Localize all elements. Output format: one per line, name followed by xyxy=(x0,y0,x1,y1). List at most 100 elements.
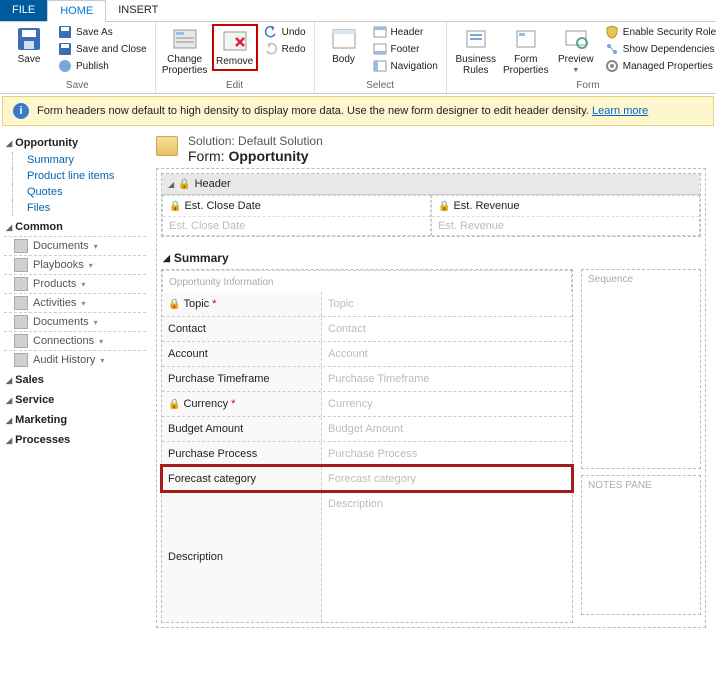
form-field-row[interactable]: Purchase ProcessPurchase Process xyxy=(162,441,572,466)
sequence-pane[interactable]: Sequence xyxy=(581,269,701,469)
undo-button[interactable]: Undo xyxy=(262,24,308,40)
nav-entity[interactable]: Opportunity xyxy=(4,134,146,152)
entity-icon xyxy=(14,353,28,367)
group-label-edit: Edit xyxy=(162,78,308,93)
common-item[interactable]: Connections xyxy=(4,331,146,350)
entity-icon xyxy=(14,277,28,291)
dependencies-button[interactable]: Show Dependencies xyxy=(603,41,716,57)
field-placeholder: Description xyxy=(322,492,572,622)
entity-icon xyxy=(14,334,28,348)
header-field-close-date[interactable]: 🔒Est. Close Date Est. Close Date xyxy=(162,195,431,236)
solution-label: Solution: Default Solution xyxy=(188,134,323,148)
notes-pane[interactable]: NOTES PANE xyxy=(581,475,701,615)
entity-icon xyxy=(14,296,28,310)
opportunity-info-label: Opportunity Information xyxy=(162,270,572,292)
preview-button[interactable]: Preview▼ xyxy=(553,24,599,77)
field-placeholder: Budget Amount xyxy=(322,417,572,441)
lock-icon: 🔒 xyxy=(178,179,190,190)
nav-processes[interactable]: Processes xyxy=(4,431,146,449)
nav-marketing[interactable]: Marketing xyxy=(4,411,146,429)
nav-common[interactable]: Common xyxy=(4,218,146,236)
field-label: 🔒Topic * xyxy=(162,292,322,316)
common-item[interactable]: Products xyxy=(4,274,146,293)
form-field-row[interactable]: 🔒Topic *Topic xyxy=(162,292,572,316)
body-button[interactable]: Body xyxy=(321,24,367,67)
nav-item[interactable]: Files xyxy=(12,200,146,216)
sidebar: Opportunity SummaryProduct line itemsQuo… xyxy=(0,128,150,638)
nav-service[interactable]: Service xyxy=(4,391,146,409)
form-properties-icon xyxy=(512,26,540,52)
learn-more-link[interactable]: Learn more xyxy=(592,105,648,117)
ribbon-group-save: Save Save As Save and Close Publish Save xyxy=(0,22,156,93)
form-properties-button[interactable]: Form Properties xyxy=(503,24,549,78)
lock-icon: 🔒 xyxy=(168,399,180,410)
ribbon-tabs: FILE HOME INSERT xyxy=(0,0,716,22)
form-field-row[interactable]: ContactContact xyxy=(162,316,572,341)
body-icon xyxy=(330,26,358,52)
tab-home[interactable]: HOME xyxy=(47,0,106,22)
form-field-row[interactable]: DescriptionDescription xyxy=(162,491,572,622)
footer-button[interactable]: Footer xyxy=(371,41,440,57)
form-canvas: Solution: Default Solution Form: Opportu… xyxy=(150,128,716,638)
chevron-down-icon xyxy=(81,278,85,290)
remove-icon xyxy=(221,28,249,54)
form-field-row[interactable]: 🔒Currency *Currency xyxy=(162,391,572,416)
field-label: Contact xyxy=(162,317,322,341)
navigation-button[interactable]: Navigation xyxy=(371,58,440,74)
remove-button[interactable]: Remove xyxy=(212,24,258,71)
save-button[interactable]: Save xyxy=(6,24,52,67)
field-placeholder: Currency xyxy=(322,392,572,416)
field-placeholder: Contact xyxy=(322,317,572,341)
nav-item[interactable]: Summary xyxy=(12,152,146,168)
save-icon xyxy=(15,26,43,52)
nav-item[interactable]: Quotes xyxy=(12,184,146,200)
save-close-icon xyxy=(58,42,72,56)
entity-icon xyxy=(14,258,28,272)
shield-icon xyxy=(605,25,619,39)
header-button[interactable]: Header xyxy=(371,24,440,40)
redo-icon xyxy=(264,42,278,56)
tab-insert[interactable]: INSERT xyxy=(106,0,170,21)
field-label: Description xyxy=(162,492,322,622)
form-field-row[interactable]: Forecast categoryForecast category xyxy=(162,466,572,491)
field-placeholder: Purchase Timeframe xyxy=(322,367,572,391)
common-item[interactable]: Activities xyxy=(4,293,146,312)
header-icon xyxy=(373,25,387,39)
dependencies-icon xyxy=(605,42,619,56)
redo-button[interactable]: Redo xyxy=(262,41,308,57)
business-rules-button[interactable]: Business Rules xyxy=(453,24,499,78)
common-item[interactable]: Documents xyxy=(4,236,146,255)
form-field-row[interactable]: Budget AmountBudget Amount xyxy=(162,416,572,441)
preview-icon xyxy=(562,26,590,52)
nav-sales[interactable]: Sales xyxy=(4,371,146,389)
header-section[interactable]: 🔒Header 🔒Est. Close Date Est. Close Date… xyxy=(161,173,701,237)
managed-properties-button[interactable]: Managed Properties xyxy=(603,58,716,74)
lock-icon: 🔒 xyxy=(438,201,450,212)
save-as-button[interactable]: Save As xyxy=(56,24,149,40)
common-item[interactable]: Documents xyxy=(4,312,146,331)
undo-icon xyxy=(264,25,278,39)
nav-item[interactable]: Product line items xyxy=(12,168,146,184)
common-item[interactable]: Playbooks xyxy=(4,255,146,274)
security-roles-button[interactable]: Enable Security Roles xyxy=(603,24,716,40)
lock-icon: 🔒 xyxy=(169,201,181,212)
publish-icon xyxy=(58,59,72,73)
save-close-button[interactable]: Save and Close xyxy=(56,41,149,57)
common-item[interactable]: Audit History xyxy=(4,350,146,369)
summary-section-header[interactable]: Summary xyxy=(161,247,701,269)
business-rules-icon xyxy=(462,26,490,52)
solution-icon xyxy=(156,136,178,156)
change-properties-button[interactable]: Change Properties xyxy=(162,24,208,78)
header-field-revenue[interactable]: 🔒Est. Revenue Est. Revenue xyxy=(431,195,700,236)
form-field-row[interactable]: AccountAccount xyxy=(162,341,572,366)
required-asterisk: * xyxy=(231,398,235,410)
field-placeholder: Topic xyxy=(322,292,572,316)
form-field-row[interactable]: Purchase TimeframePurchase Timeframe xyxy=(162,366,572,391)
chevron-down-icon xyxy=(81,297,85,309)
chevron-down-icon xyxy=(94,316,98,328)
footer-icon xyxy=(373,42,387,56)
publish-button[interactable]: Publish xyxy=(56,58,149,74)
info-text: Form headers now default to high density… xyxy=(37,105,648,117)
required-asterisk: * xyxy=(212,298,216,310)
tab-file[interactable]: FILE xyxy=(0,0,47,21)
